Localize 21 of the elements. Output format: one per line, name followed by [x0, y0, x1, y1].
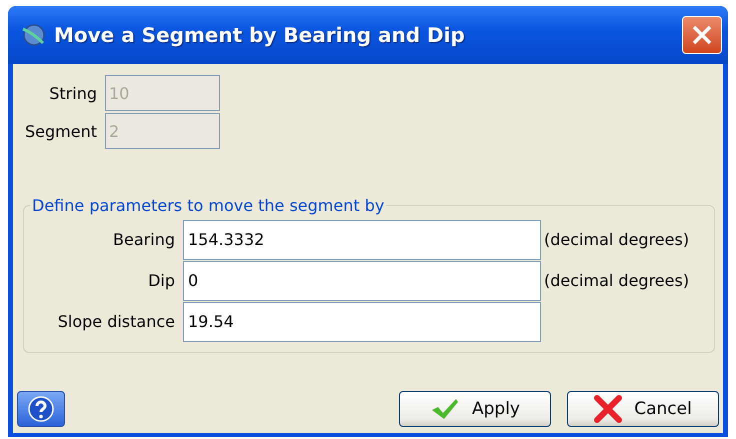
field-label: String: [48, 84, 98, 102]
group-title: Define parameters to move the segment by: [31, 196, 386, 215]
globe-icon: [20, 22, 46, 48]
field-label: Segment: [24, 122, 98, 140]
unit-label: (decimal degrees): [543, 271, 690, 290]
field-label: Slope distance: [56, 312, 176, 331]
cross-icon: [594, 395, 622, 423]
checkmark-icon: [430, 397, 460, 421]
help-button[interactable]: [17, 391, 65, 427]
input-field[interactable]: 154.3332: [183, 220, 541, 260]
close-button[interactable]: [682, 16, 722, 54]
help-icon: [28, 396, 54, 422]
field-label: Bearing: [112, 230, 176, 249]
input-field[interactable]: 19.54: [183, 302, 541, 342]
window-title: Move a Segment by Bearing and Dip: [54, 23, 466, 47]
input-field[interactable]: 0: [183, 260, 541, 300]
cancel-button[interactable]: Cancel: [567, 391, 719, 427]
apply-button[interactable]: Apply: [399, 391, 551, 427]
field-label: Dip: [147, 271, 176, 290]
unit-label: (decimal degrees): [543, 230, 690, 249]
close-icon: [691, 24, 713, 46]
